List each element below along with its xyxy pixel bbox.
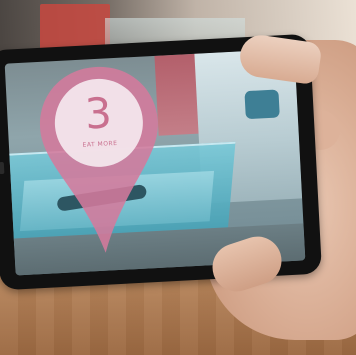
marker-number: 3 — [83, 88, 114, 139]
photo-scene: 3 EAT MORE — [0, 0, 356, 355]
screen-exhibit-figure — [244, 89, 280, 120]
ar-location-pin[interactable]: 3 EAT MORE — [31, 60, 171, 263]
phone-camera — [0, 161, 5, 175]
